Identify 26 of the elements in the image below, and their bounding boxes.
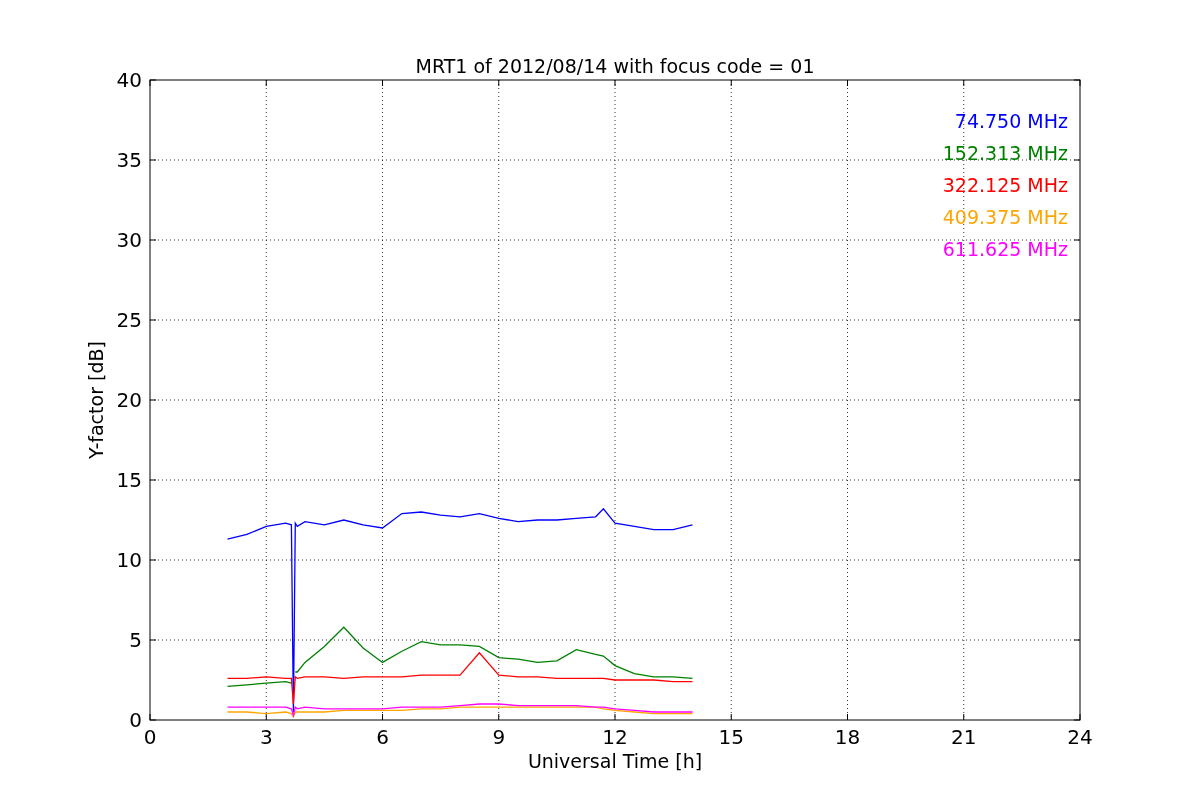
x-tick-label: 0 [143, 725, 157, 749]
x-tick-label: 6 [376, 725, 389, 749]
legend-label: 409.375 MHz [942, 206, 1068, 228]
y-tick-label: 35 [116, 148, 142, 172]
legend-label: 611.625 MHz [942, 238, 1068, 260]
legend-label: 322.125 MHz [942, 174, 1068, 196]
y-tick-label: 0 [129, 708, 142, 732]
y-axis-label: Y-factor [dB] [85, 341, 107, 459]
y-tick-label: 25 [116, 308, 142, 332]
y-tick-label: 30 [116, 228, 142, 252]
x-tick-label: 12 [602, 725, 628, 749]
x-tick-label: 3 [259, 725, 273, 749]
x-tick-label: 15 [718, 725, 744, 749]
legend-label: 74.750 MHz [954, 110, 1068, 132]
x-tick-label: 18 [834, 725, 861, 749]
y-tick-label: 5 [129, 628, 142, 652]
x-tick-label: 9 [492, 725, 506, 749]
y-tick-label: 40 [116, 68, 142, 92]
y-tick-label: 15 [116, 468, 142, 492]
y-tick-label: 20 [116, 388, 142, 412]
x-tick-label: 24 [1067, 725, 1093, 749]
x-tick-label: 21 [951, 725, 977, 749]
chart-title: MRT1 of 2012/08/14 with focus code = 01 [415, 55, 815, 77]
legend-label: 152.313 MHz [942, 142, 1068, 164]
y-tick-label: 10 [116, 548, 142, 572]
x-axis-label: Universal Time [h] [527, 750, 703, 772]
